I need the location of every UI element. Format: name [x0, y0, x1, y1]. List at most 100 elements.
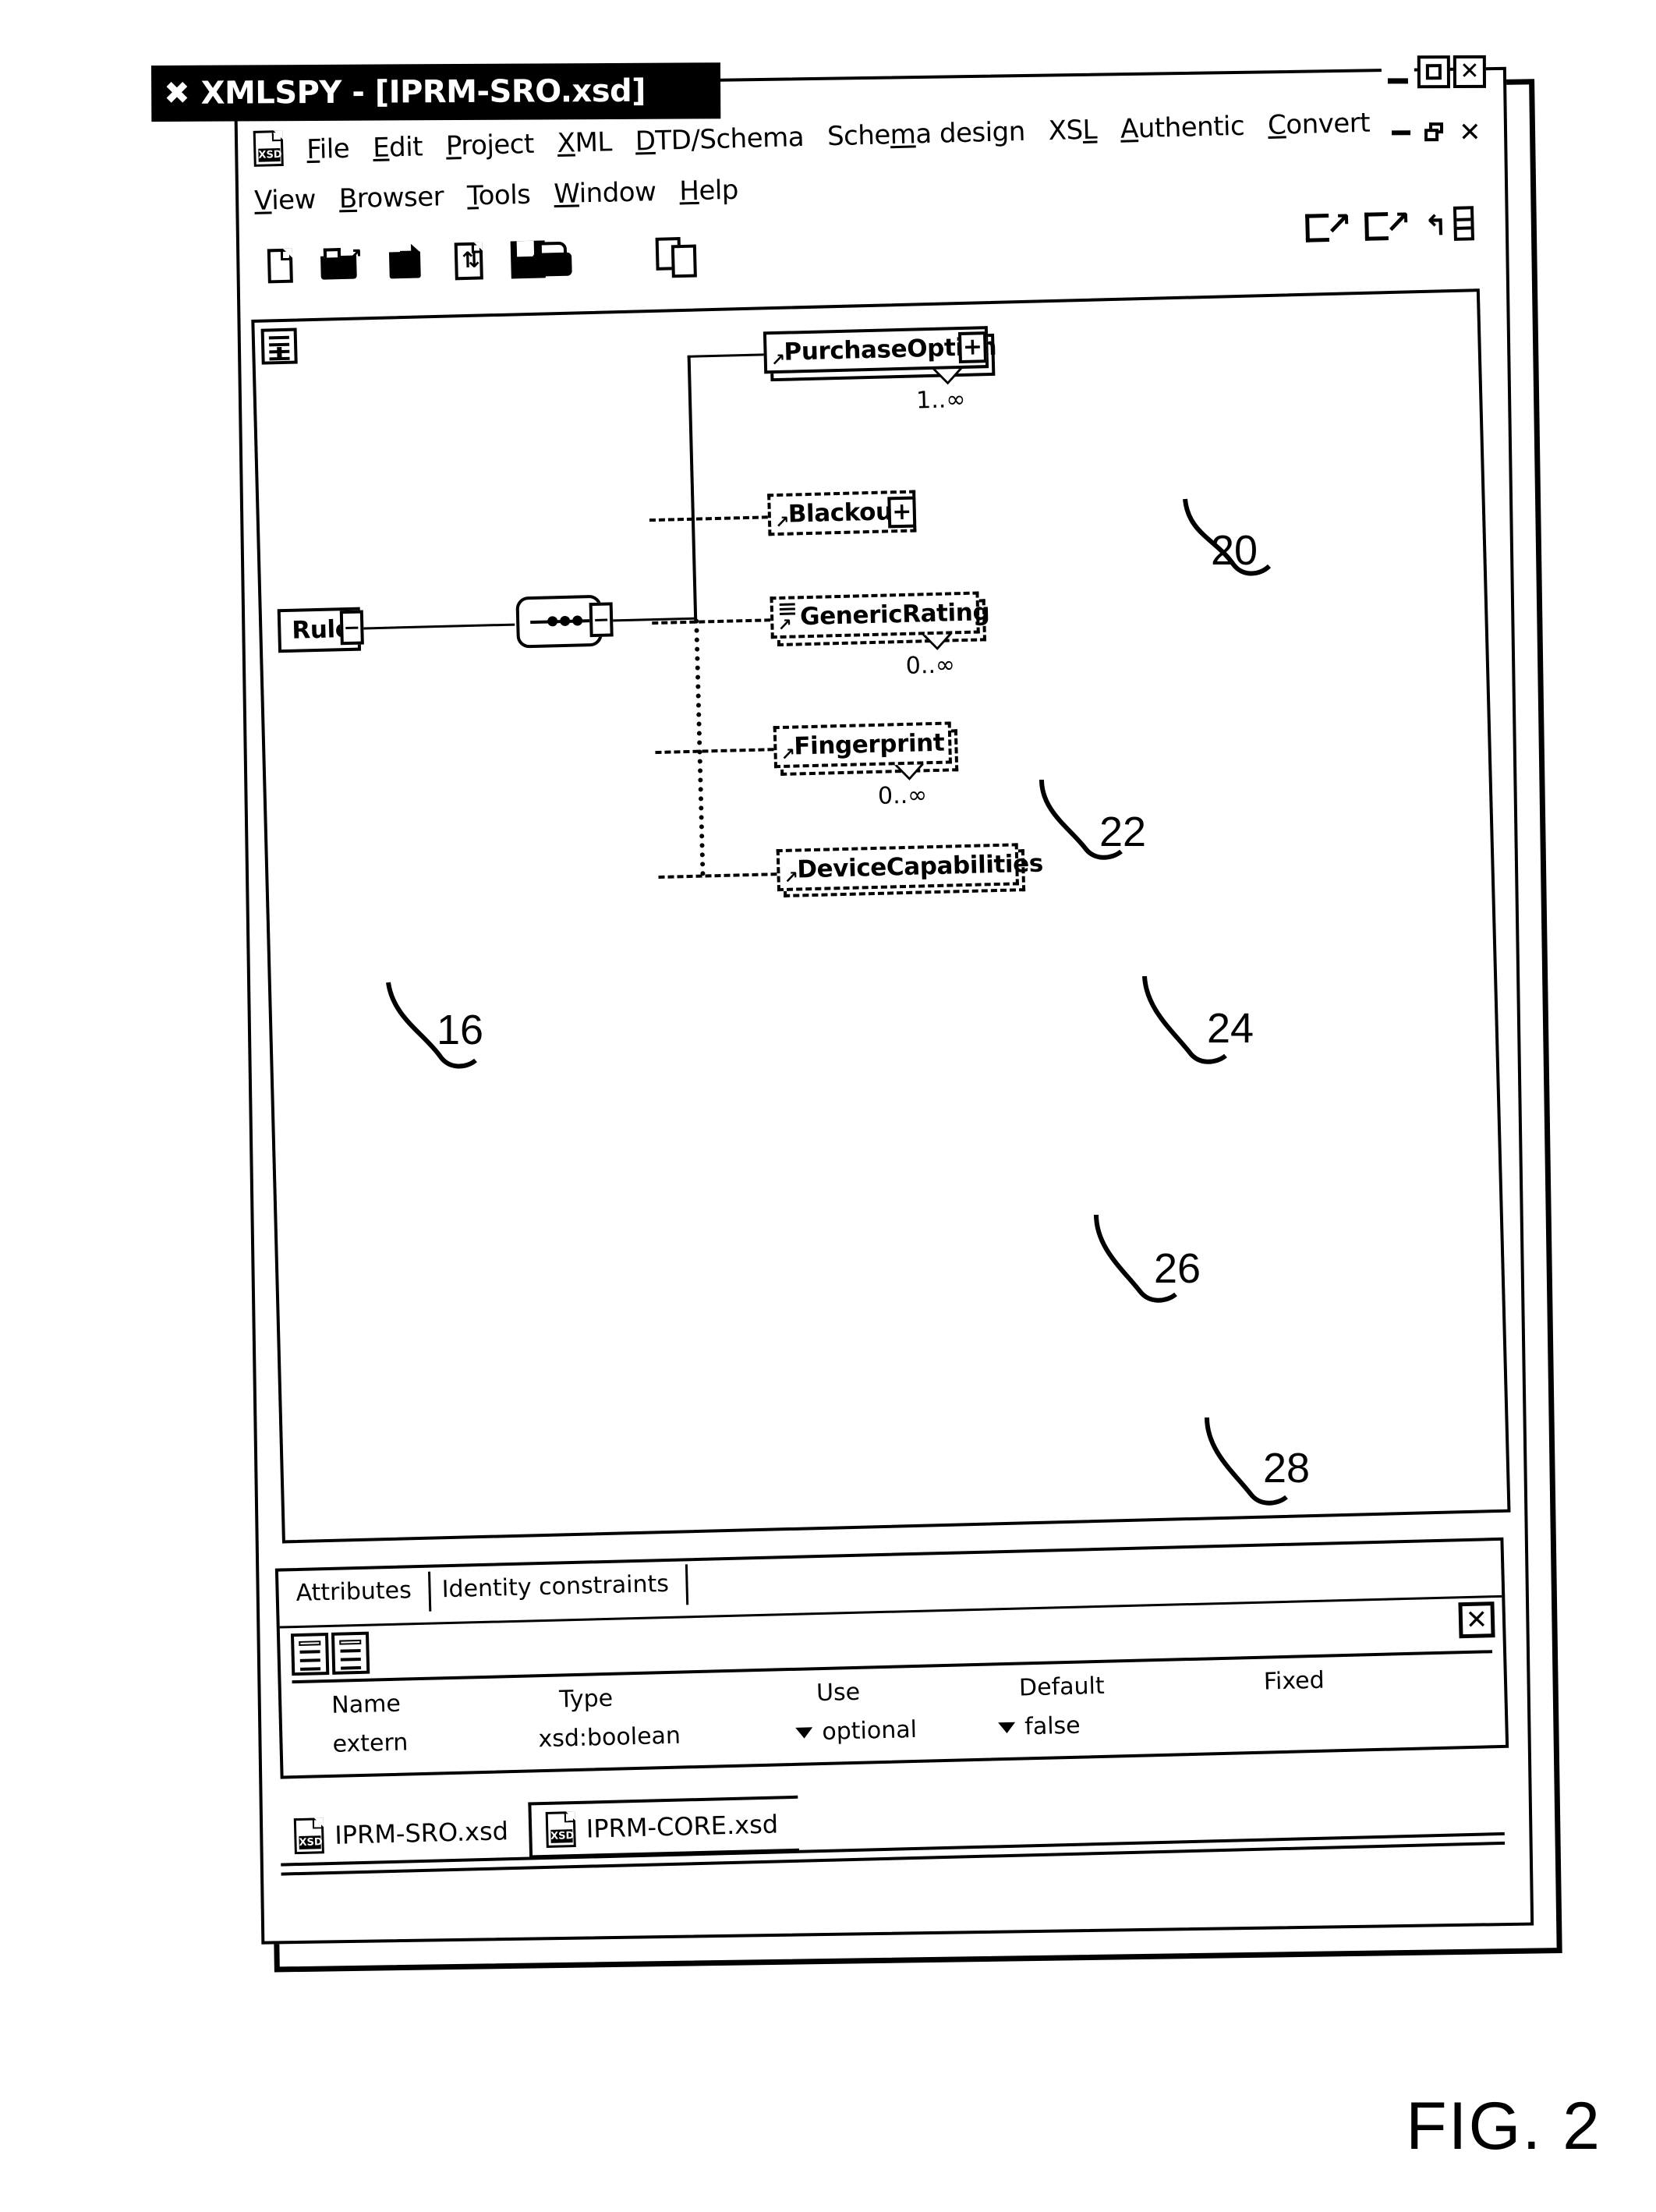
figure-label: FIG. 2	[1406, 2089, 1601, 2164]
reference-numeral-22: 22	[1099, 809, 1147, 855]
cell-name[interactable]: extern	[293, 1725, 528, 1759]
app-x-icon: ✖	[164, 75, 190, 111]
column-header-use: Use	[816, 1678, 861, 1707]
node-devicecapabilities[interactable]: DeviceCapabilities ↗	[776, 843, 1043, 892]
doc-tab-iprm-core[interactable]: XSD IPRM-CORE.xsd	[528, 1795, 799, 1859]
attributes-panel: Attributes Identity constraints ✕ Name T…	[274, 1537, 1509, 1779]
tab-attributes[interactable]: Attributes	[285, 1572, 429, 1616]
menu-tools[interactable]: Tools	[467, 179, 531, 212]
sequence-dots-icon	[530, 619, 592, 625]
menu-browser[interactable]: Browser	[338, 181, 444, 214]
doc-tab-iprm-sro[interactable]: XSD IPRM-SRO.xsd	[279, 1803, 529, 1865]
reference-numeral-16: 16	[437, 1007, 484, 1053]
column-header-default: Default	[1018, 1672, 1106, 1702]
cardinality-chevron-purchaseoption	[932, 369, 962, 385]
insert-icon[interactable]: ↗	[1364, 204, 1412, 243]
insert-attribute-icon[interactable]	[331, 1631, 370, 1675]
menu-file[interactable]: File	[306, 133, 350, 165]
window-title: XMLSPY - [IPRM-SRO.xsd]	[200, 73, 646, 111]
compositor-connector-stub[interactable]	[589, 602, 614, 638]
patent-figure-page: ✖ XMLSPY - [IPRM-SRO.xsd] ✕ ✕ XSD File E…	[0, 0, 1656, 2212]
menu-xsl[interactable]: XSL	[1048, 115, 1097, 147]
cell-type[interactable]: xsd:boolean	[527, 1719, 785, 1753]
cell-default: false	[1024, 1711, 1081, 1740]
cardinality-chevron-genericrating	[922, 634, 952, 650]
xsd-file-icon: XSD	[545, 1811, 576, 1848]
open-file-icon[interactable]	[389, 245, 427, 280]
xsd-file-icon: XSD	[293, 1817, 324, 1855]
new-document-icon[interactable]	[267, 248, 293, 284]
window-controls: ✕	[1381, 55, 1486, 89]
node-purchaseoption[interactable]: PurchaseOption ↗	[763, 326, 997, 374]
add-child-icon[interactable]	[1424, 206, 1474, 243]
node-reference-arrow-icon: ↗	[784, 868, 798, 888]
attributes-toolbar	[290, 1631, 370, 1676]
cardinality-fingerprint: 0..∞	[877, 781, 928, 810]
node-reference-arrow-icon: ↗	[780, 745, 795, 765]
menu-dtd-schema[interactable]: DTD/Schema	[635, 122, 804, 157]
column-header-fixed: Fixed	[1263, 1666, 1325, 1696]
connector-branch-fingerprint	[655, 748, 774, 755]
menu-xml[interactable]: XML	[557, 126, 612, 159]
menu-bar-row-2: View Browser Tools Window Help	[254, 157, 1487, 217]
node-devicecapabilities-label: DeviceCapabilities	[796, 849, 1044, 884]
node-reference-arrow-icon: ↗	[774, 512, 790, 533]
connector-rule-to-compositor	[360, 623, 515, 630]
menu-edit[interactable]: Edit	[373, 131, 423, 164]
menu-authentic[interactable]: Authentic	[1120, 111, 1245, 145]
column-header-name: Name	[331, 1690, 402, 1719]
attributes-panel-close-button[interactable]: ✕	[1458, 1601, 1495, 1639]
cell-use: optional	[821, 1715, 918, 1746]
tab-identity-constraints[interactable]: Identity constraints	[428, 1565, 687, 1612]
cardinality-genericrating: 0..∞	[905, 651, 956, 680]
menu-convert[interactable]: Convert	[1268, 108, 1371, 141]
cell-default-wrapper[interactable]: false	[987, 1708, 1222, 1742]
document-tab-bar: XSD IPRM-SRO.xsd XSD IPRM-CORE.xsd	[279, 1776, 1509, 1876]
connector-branch-devicecapabilities	[658, 872, 777, 879]
reference-numeral-28: 28	[1263, 1445, 1311, 1492]
expand-button-blackout[interactable]: +	[887, 496, 917, 529]
menu-project[interactable]: Project	[445, 129, 534, 162]
cell-use-wrapper[interactable]: optional	[784, 1714, 988, 1747]
schema-diagram-pane[interactable]: Rule PurchaseOption ↗ + 1..∞ Blackout ↗ …	[251, 288, 1511, 1544]
maximize-button[interactable]	[1417, 55, 1450, 89]
schema-tree-icon[interactable]	[260, 327, 298, 365]
append-icon[interactable]: ↗	[1305, 206, 1353, 245]
reload-icon[interactable]: ⇅	[454, 242, 483, 281]
node-genericrating-label: GenericRating	[799, 598, 990, 632]
close-button[interactable]: ✕	[1453, 55, 1486, 89]
connector-trunk-to-purchaseoption	[687, 353, 764, 358]
doc-tab-label: IPRM-SRO.xsd	[334, 1816, 509, 1850]
menu-schema-design[interactable]: Schema design	[827, 116, 1026, 152]
connector-trunk-upper	[687, 355, 698, 621]
node-fingerprint[interactable]: Fingerprint ↗	[773, 721, 952, 769]
main-toolbar: ↗ ⇅ ↗ ↗	[258, 204, 1475, 305]
default-dropdown-caret-icon[interactable]	[998, 1722, 1016, 1734]
print-icon[interactable]	[531, 241, 577, 279]
append-attribute-icon[interactable]	[290, 1632, 330, 1676]
menu-help[interactable]: Help	[679, 175, 738, 207]
node-fingerprint-label: Fingerprint	[793, 728, 945, 761]
expand-button-purchaseoption[interactable]: +	[957, 331, 987, 364]
copy-icon[interactable]	[656, 236, 700, 278]
xsd-document-icon: XSD	[253, 129, 284, 167]
open-folder-icon[interactable]: ↗	[320, 242, 363, 281]
node-reference-arrow-icon: ↗	[770, 350, 786, 371]
connector-branch-blackout	[649, 515, 768, 522]
node-genericrating[interactable]: GenericRating ↗	[770, 591, 990, 639]
title-bar: ✖ XMLSPY - [IPRM-SRO.xsd]	[150, 62, 721, 122]
menu-view[interactable]: View	[254, 184, 317, 217]
reference-numeral-24: 24	[1207, 1005, 1254, 1052]
node-blackout-label: Blackout	[787, 497, 904, 529]
menu-window[interactable]: Window	[554, 176, 656, 210]
node-reference-arrow-icon: ↗	[777, 615, 792, 636]
reference-numeral-26: 26	[1154, 1245, 1201, 1292]
tabs-end-divider	[685, 1564, 689, 1605]
cell-fixed[interactable]	[1221, 1715, 1455, 1722]
minimize-button[interactable]	[1381, 55, 1414, 89]
use-dropdown-caret-icon[interactable]	[795, 1727, 813, 1739]
node-rule-connector-stub[interactable]	[339, 610, 364, 646]
doc-tab-label: IPRM-CORE.xsd	[586, 1809, 779, 1844]
attributes-indicator-icon	[779, 603, 795, 606]
reference-numeral-20: 20	[1211, 527, 1258, 574]
